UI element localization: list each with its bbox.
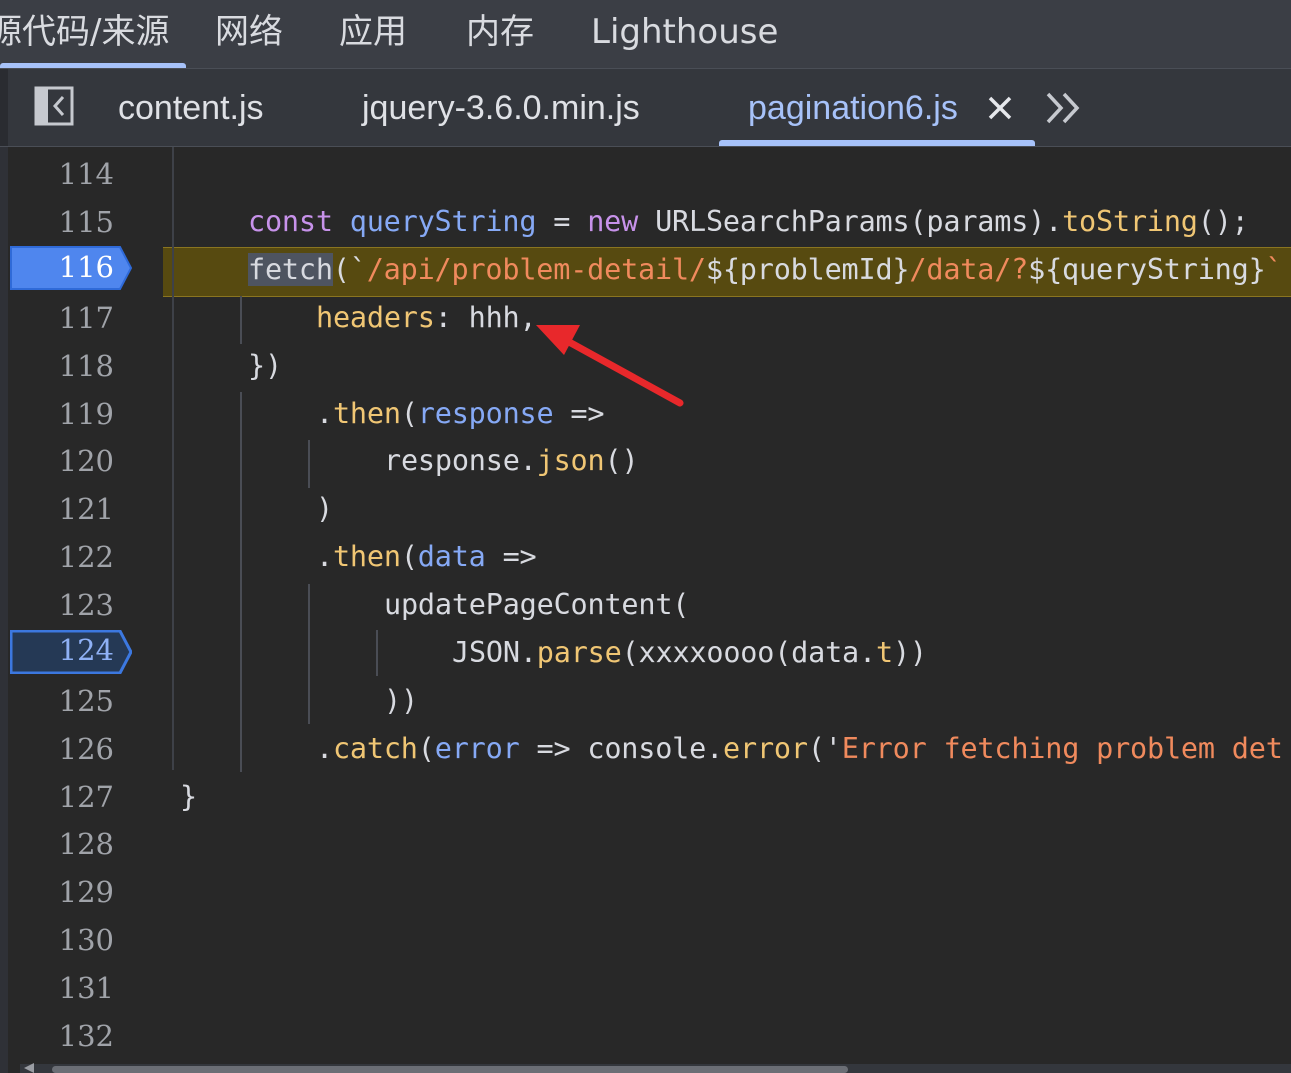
code-line-121: ): [316, 492, 333, 525]
line-number[interactable]: 125: [30, 683, 114, 719]
code-line-118: }): [248, 349, 282, 382]
code-line-126: .catch(error => console.error('Error fet…: [316, 732, 1283, 765]
file-tab-pagination6-js[interactable]: pagination6.js: [748, 86, 958, 130]
tab-memory[interactable]: 内存: [466, 10, 534, 54]
sidebar-toggle-icon[interactable]: [34, 86, 74, 126]
active-tab-indicator: [0, 63, 186, 68]
line-number[interactable]: 124: [30, 632, 114, 668]
code-line-127: }: [180, 780, 197, 813]
code-line-115: const queryString = new URLSearchParams(…: [248, 205, 1249, 238]
active-file-indicator: [719, 140, 1035, 146]
code-line-124: JSON.parse(xxxxoooo(data.t)): [452, 636, 927, 669]
line-number[interactable]: 117: [30, 300, 114, 336]
tab-sources[interactable]: 源代码/来源: [0, 10, 169, 54]
indent-guide: [240, 392, 242, 772]
tab-application[interactable]: 应用: [339, 10, 407, 54]
code-line-117: headers: hhh,: [316, 301, 537, 334]
indent-guide: [308, 440, 310, 488]
indent-guide: [240, 296, 242, 344]
line-number[interactable]: 119: [30, 396, 114, 432]
gutter-separator: [172, 147, 174, 770]
code-line-122: .then(data =>: [316, 540, 537, 573]
line-number[interactable]: 118: [30, 348, 114, 384]
line-number[interactable]: 132: [30, 1018, 114, 1054]
line-number[interactable]: 127: [30, 779, 114, 815]
line-number[interactable]: 115: [30, 204, 114, 240]
file-tab-content-js[interactable]: content.js: [118, 86, 264, 130]
line-number[interactable]: 131: [30, 970, 114, 1006]
chevron-double-right-icon[interactable]: [1044, 88, 1084, 128]
line-number[interactable]: 114: [30, 156, 114, 192]
line-number[interactable]: 121: [30, 491, 114, 527]
line-number[interactable]: 123: [30, 587, 114, 623]
navigator-edge: [0, 69, 8, 146]
indent-guide: [308, 584, 310, 724]
code-line-116: fetch(`/api/problem-detail/${problemId}/…: [248, 253, 1283, 286]
file-tab-jquery[interactable]: jquery-3.6.0.min.js: [362, 86, 640, 130]
code-line-120: response.json(): [384, 444, 639, 477]
scroll-left-icon[interactable]: [20, 1062, 40, 1073]
line-number[interactable]: 120: [30, 443, 114, 479]
close-icon[interactable]: [986, 93, 1014, 123]
tab-lighthouse[interactable]: Lighthouse: [591, 10, 778, 54]
scrollbar-thumb[interactable]: [52, 1066, 848, 1073]
line-number[interactable]: 129: [30, 874, 114, 910]
line-number[interactable]: 122: [30, 539, 114, 575]
gutter-edge: [0, 147, 8, 1073]
line-number[interactable]: 130: [30, 922, 114, 958]
line-number[interactable]: 116: [30, 249, 114, 285]
code-line-123: updatePageContent(: [384, 588, 690, 621]
red-arrow: [536, 325, 684, 407]
line-number[interactable]: 126: [30, 731, 114, 767]
indent-guide: [376, 630, 378, 676]
code-line-125: )): [384, 684, 418, 717]
tab-network[interactable]: 网络: [215, 10, 283, 54]
line-number[interactable]: 128: [30, 826, 114, 862]
